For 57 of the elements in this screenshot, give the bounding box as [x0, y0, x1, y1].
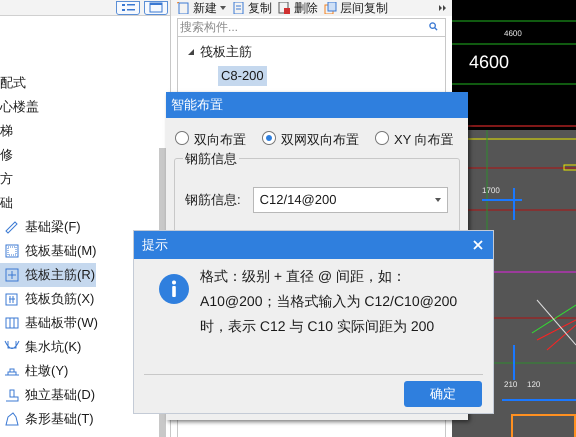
- radio-button[interactable]: [375, 131, 389, 145]
- tree-node[interactable]: 筏板主筋: [200, 42, 252, 62]
- tree-item[interactable]: 筏板负筋(X): [0, 287, 96, 311]
- tree-category[interactable]: 心楼盖: [0, 95, 170, 119]
- tree-item[interactable]: 独立基础(D): [0, 383, 96, 407]
- tree-item[interactable]: 集水坑(K): [0, 335, 96, 359]
- expanded-arrow-icon[interactable]: [188, 49, 194, 55]
- dialog-title: 智能布置: [171, 96, 223, 114]
- layers-icon: [324, 2, 337, 14]
- info-icon: [159, 274, 189, 304]
- list-view-button[interactable]: [116, 1, 140, 15]
- radio-button[interactable]: [175, 131, 189, 145]
- component-icon: [4, 291, 20, 307]
- dimension-label: 1700: [482, 187, 500, 195]
- component-icon: [4, 243, 20, 259]
- search-icon: [429, 22, 438, 31]
- detail-view-button[interactable]: [144, 1, 168, 15]
- delete-icon: [278, 2, 291, 14]
- tree-item[interactable]: 条形基础(T): [0, 407, 96, 431]
- tree-item[interactable]: 筏板主筋(R): [0, 263, 96, 287]
- component-icon: [4, 267, 20, 283]
- toolbar-button[interactable]: 新建: [177, 0, 226, 16]
- document-icon: [232, 2, 245, 14]
- radio-option[interactable]: 双网双向布置: [262, 130, 359, 148]
- tree-category[interactable]: 梯: [0, 119, 170, 143]
- tree-item[interactable]: 基础梁(F): [0, 215, 96, 239]
- close-button[interactable]: [471, 238, 485, 252]
- toolbar-button[interactable]: 复制: [232, 0, 272, 16]
- tree-item[interactable]: 柱墩(Y): [0, 359, 96, 383]
- caret-icon: [434, 198, 441, 202]
- dimension-label: 120: [527, 381, 540, 389]
- close-icon: [473, 240, 483, 250]
- more-icon[interactable]: [439, 5, 447, 11]
- dimension-label: 4600: [469, 53, 510, 71]
- radio-option[interactable]: XY 向布置: [375, 130, 454, 148]
- component-icon: [4, 411, 20, 427]
- hint-message: 格式：级别 + 直径 @ 间距，如：A10@200；当格式输入为 C12/C10@200时，表示 C12 与 C10 实际间距为 200: [200, 267, 458, 336]
- search-field[interactable]: 搜索构件...: [177, 18, 446, 36]
- confirm-button[interactable]: 确定: [404, 381, 482, 407]
- dialog-title: 提示: [142, 236, 168, 254]
- dimension-label: 4600: [504, 30, 522, 38]
- field-label: 钢筋信息:: [185, 191, 241, 210]
- caret-icon: [220, 6, 226, 10]
- tree-item[interactable]: C8-200: [218, 66, 267, 86]
- component-icon: [4, 219, 20, 235]
- document-icon: [177, 2, 190, 14]
- tree-category[interactable]: 配式: [0, 71, 170, 95]
- radio-option[interactable]: 双向布置: [175, 130, 246, 148]
- toolbar-button[interactable]: 层间复制: [324, 0, 388, 16]
- dimension-label: 210: [504, 381, 518, 389]
- tree-item[interactable]: 筏板基础(M): [0, 239, 96, 263]
- radio-button[interactable]: [262, 131, 276, 145]
- component-icon: [4, 387, 20, 403]
- rebar-dropdown[interactable]: C12/14@200: [252, 187, 448, 213]
- toolbar-button[interactable]: 删除: [278, 0, 318, 16]
- component-icon: [4, 315, 20, 331]
- tree-item[interactable]: 基础板带(W): [0, 311, 96, 335]
